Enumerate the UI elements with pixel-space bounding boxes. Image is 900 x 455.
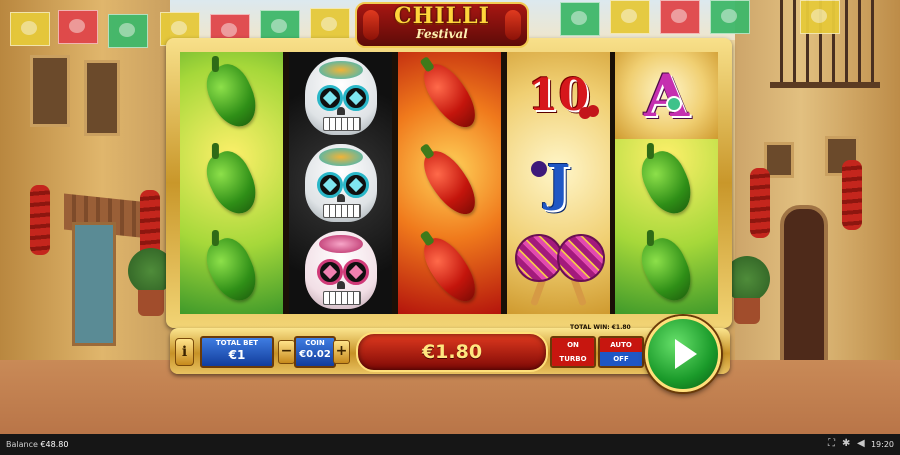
green-chili-icon xyxy=(198,231,265,308)
symbol-ten: 10 xyxy=(507,52,610,139)
balance-value: €48.80 xyxy=(40,440,69,449)
symbol-ace: A xyxy=(615,52,718,139)
ace-label: A xyxy=(643,61,689,130)
auto-state: OFF xyxy=(600,352,642,366)
symbol-red-chili xyxy=(398,226,501,313)
symbol-jack: J xyxy=(507,139,610,226)
coin-panel: COIN €0.02 xyxy=(294,336,336,368)
window xyxy=(84,60,120,136)
symbol-green-chili xyxy=(615,139,718,226)
symbol-green-chili xyxy=(180,226,283,313)
plant-pot xyxy=(734,298,760,324)
symbol-maracas xyxy=(507,226,610,313)
reels-area: 10 J A xyxy=(180,52,718,314)
logo-subtitle: Festival xyxy=(416,27,468,41)
ten-card: 10 xyxy=(527,70,600,121)
green-chili-icon xyxy=(633,231,700,308)
ace-card: A xyxy=(644,62,689,130)
win-display: €1.80 xyxy=(356,332,548,372)
symbol-blue-skull xyxy=(289,139,392,226)
sound-icon[interactable]: ◀ xyxy=(857,439,867,449)
green-chili-icon xyxy=(198,144,265,221)
symbol-blue-skull xyxy=(289,52,392,139)
turbo-state: ON xyxy=(552,338,594,352)
sugar-skull-icon xyxy=(304,143,377,222)
auto-label: AUTO xyxy=(600,338,642,352)
jack-card: J xyxy=(530,153,571,212)
info-button[interactable]: i xyxy=(175,338,194,366)
total-bet-panel[interactable]: TOTAL BET €1 xyxy=(200,336,274,368)
window xyxy=(30,55,70,127)
auto-toggle[interactable]: AUTO OFF xyxy=(598,336,644,368)
gem-icon xyxy=(665,95,682,112)
coin-plus-button[interactable]: + xyxy=(333,340,350,364)
turbo-toggle[interactable]: ON TURBO xyxy=(550,336,596,368)
ten-label: 10 xyxy=(527,70,590,121)
red-chili-icon xyxy=(414,143,485,222)
symbol-red-chili xyxy=(398,139,501,226)
chili-icon xyxy=(505,10,521,40)
footer-bar: Balance €48.80 ⛶ ✱ ◀ 19:20 xyxy=(0,434,900,455)
cherry-icon xyxy=(587,105,600,117)
coin-label: COIN xyxy=(305,339,325,347)
symbol-green-chili xyxy=(180,52,283,139)
hanging-chilis xyxy=(30,185,50,255)
jack-label: J xyxy=(546,153,571,212)
sugar-skull-icon xyxy=(304,56,377,135)
symbol-green-chili xyxy=(180,139,283,226)
reel-4: 10 J xyxy=(507,52,610,314)
door xyxy=(72,222,116,346)
fullscreen-icon[interactable]: ⛶ xyxy=(828,439,838,449)
settings-icon[interactable]: ✱ xyxy=(842,439,852,449)
logo-title: CHILLI xyxy=(394,3,490,29)
green-chili-icon xyxy=(633,144,700,221)
reel-frame: 10 J A xyxy=(166,38,732,328)
symbol-green-chili xyxy=(615,226,718,313)
green-chili-icon xyxy=(198,57,265,134)
coin-minus-button[interactable]: − xyxy=(278,340,295,364)
hanging-chilis xyxy=(842,160,862,230)
game-logo: CHILLI Festival xyxy=(355,2,529,48)
coin-value: €0.02 xyxy=(299,349,331,360)
total-bet-value: €1 xyxy=(228,348,246,362)
total-bet-label: TOTAL BET xyxy=(215,339,259,347)
clock: 19:20 xyxy=(870,440,894,449)
hanging-chilis xyxy=(750,168,770,238)
balance-label: Balance xyxy=(6,440,38,449)
balance: Balance €48.80 xyxy=(6,434,68,455)
symbol-pink-skull xyxy=(289,226,392,313)
reel-1 xyxy=(180,52,283,314)
chili-icon xyxy=(363,10,379,40)
plant-pot xyxy=(138,290,164,316)
reel-5: A xyxy=(615,52,718,314)
red-chili-icon xyxy=(414,56,485,135)
spin-button[interactable] xyxy=(645,316,721,392)
total-win-label: TOTAL WIN: €1.80 xyxy=(570,324,631,331)
symbol-red-chili xyxy=(398,52,501,139)
red-chili-icon xyxy=(414,230,485,309)
plum-icon xyxy=(530,161,547,177)
pink-sugar-skull-icon xyxy=(304,230,377,309)
maracas-icon xyxy=(513,230,605,310)
turbo-label: TURBO xyxy=(552,352,594,366)
arched-door xyxy=(780,205,828,368)
reel-3 xyxy=(398,52,501,314)
reel-2 xyxy=(289,52,392,314)
